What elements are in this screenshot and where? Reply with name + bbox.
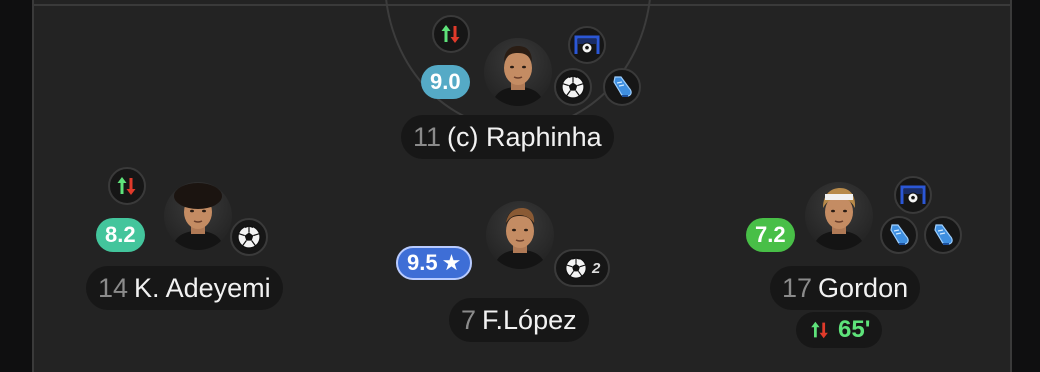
player-rating: 9.5 ★	[396, 246, 473, 280]
goal-net-icon	[568, 26, 606, 64]
player-name-label: 7 F.López	[449, 298, 589, 342]
shirt-number: 11	[413, 122, 442, 152]
player-name-label: 17 Gordon	[770, 266, 921, 310]
player-photo	[486, 201, 554, 269]
substitution-time-badge: 65'	[796, 312, 883, 348]
ball-icon	[554, 68, 592, 106]
player-photo	[484, 38, 552, 106]
sub-arrows-icon	[108, 167, 146, 205]
rating-value: 9.5	[407, 250, 438, 275]
boot-icon	[603, 68, 641, 106]
shirt-number: 7	[461, 305, 477, 335]
sub-arrows-icon	[808, 318, 832, 342]
sub-arrows-icon	[432, 15, 470, 53]
boot-icon	[924, 216, 962, 254]
star-icon: ★	[441, 250, 462, 275]
substitution-time: 65'	[838, 316, 871, 343]
goal-net-icon	[894, 176, 932, 214]
boot-icon	[880, 216, 918, 254]
player-photo	[805, 182, 873, 250]
ball-icon	[564, 256, 588, 280]
shirt-number: 14	[98, 273, 129, 303]
player-photo	[164, 182, 232, 250]
ball-icon	[230, 218, 268, 256]
player-name: F.López	[482, 305, 577, 335]
goals-badge: 2	[554, 249, 611, 287]
player-name: K. Adeyemi	[134, 273, 271, 303]
player-name-label: 11 (c) Raphinha	[401, 115, 614, 159]
player-rating: 7.2	[746, 218, 795, 252]
rating-value: 8.2	[105, 222, 136, 247]
player-rating: 8.2	[96, 218, 145, 252]
rating-value: 9.0	[430, 69, 461, 94]
goals-count: 2	[592, 259, 601, 277]
player-name: (c) Raphinha	[447, 122, 602, 152]
player-rating: 9.0	[421, 65, 470, 99]
player-name-label: 14 K. Adeyemi	[86, 266, 283, 310]
player-name: Gordon	[818, 273, 909, 303]
rating-value: 7.2	[755, 222, 786, 247]
shirt-number: 17	[782, 273, 813, 303]
